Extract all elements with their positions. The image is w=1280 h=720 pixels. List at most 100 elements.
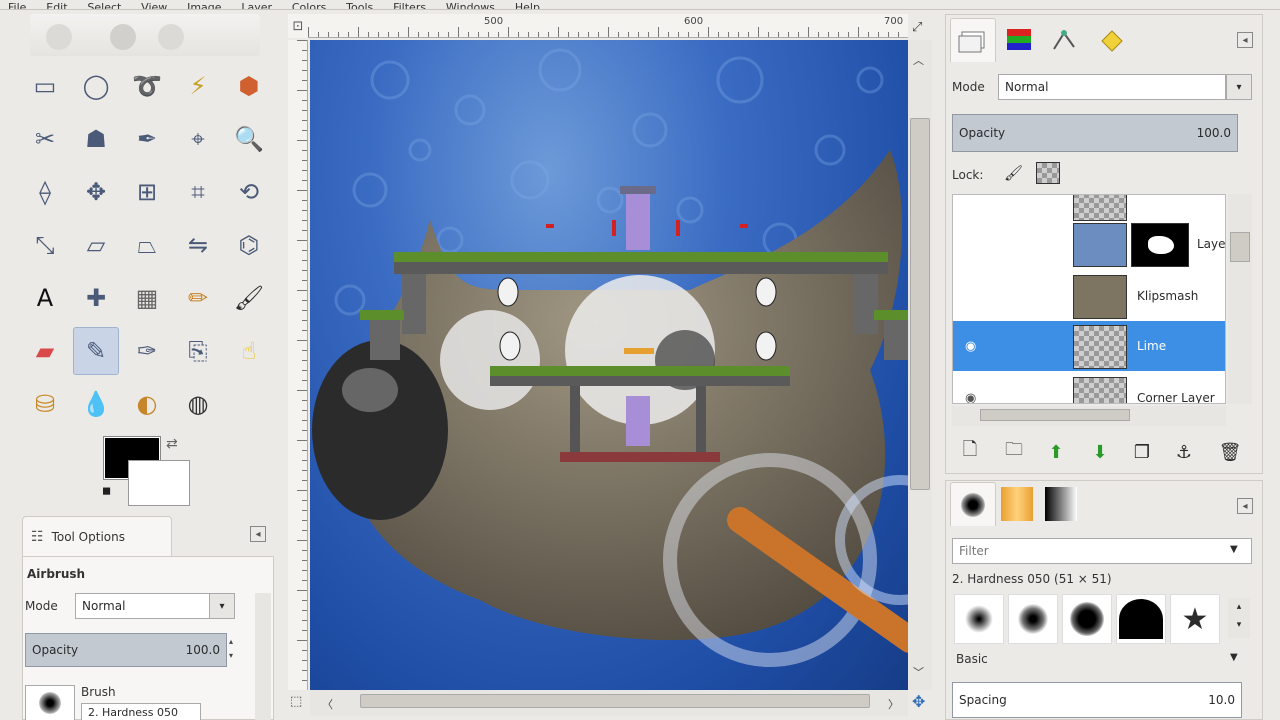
- cage-icon[interactable]: ⌬: [226, 221, 272, 269]
- ruler-corner-icon[interactable]: ⊡: [288, 14, 308, 38]
- move-icon[interactable]: ✥: [73, 168, 119, 216]
- layer-row[interactable]: ◉ Corner Layer: [953, 373, 1225, 403]
- swap-colors-icon[interactable]: ⇄: [166, 436, 178, 452]
- layers-opacity-slider[interactable]: Opacity 100.0: [952, 114, 1238, 152]
- menu-edit[interactable]: Edit: [38, 2, 75, 9]
- layers-panel-menu-icon[interactable]: ◂: [1237, 32, 1253, 48]
- dodge-icon[interactable]: ◐: [124, 380, 170, 428]
- zoom-fit-icon[interactable]: ⤢: [912, 20, 922, 35]
- scroll-up-icon[interactable]: ︿: [913, 52, 924, 68]
- tab-brushes[interactable]: [950, 482, 996, 526]
- layer-row[interactable]: Layer: [953, 219, 1225, 269]
- layer-list-horizontal-thumb[interactable]: [980, 409, 1130, 421]
- layers-mode-chevron-icon[interactable]: ▾: [1226, 74, 1252, 100]
- tool-options-scrollbar[interactable]: [255, 593, 271, 720]
- blend-icon[interactable]: ▦: [124, 274, 170, 322]
- paths-icon[interactable]: ✒: [124, 115, 170, 163]
- tab-tool-options[interactable]: ☷ Tool Options: [22, 516, 172, 556]
- shear-icon[interactable]: ▱: [73, 221, 119, 269]
- blur-icon[interactable]: 💧: [73, 380, 119, 428]
- brush-name-field[interactable]: 2. Hardness 050: [81, 703, 201, 720]
- horizontal-ruler[interactable]: 500 600 700: [308, 14, 908, 38]
- brush-preset[interactable]: [954, 594, 1004, 644]
- menu-tools[interactable]: Tools: [338, 2, 381, 9]
- brushes-panel-menu-icon[interactable]: ◂: [1237, 498, 1253, 514]
- eye-icon[interactable]: ◉: [965, 391, 987, 403]
- crop-icon[interactable]: ⌗: [175, 168, 221, 216]
- layer-row-selected[interactable]: ◉ Lime: [953, 321, 1225, 371]
- canvas-vertical-scroll-thumb[interactable]: [910, 118, 930, 490]
- mode-dropdown-chevron-icon[interactable]: ▾: [209, 593, 235, 619]
- brush-preset[interactable]: [1008, 594, 1058, 644]
- free-select-icon[interactable]: ➰: [124, 62, 170, 110]
- zoom-icon[interactable]: 🔍: [226, 115, 272, 163]
- smudge-icon[interactable]: ☝: [226, 327, 272, 375]
- quick-mask-icon[interactable]: ⬚: [290, 694, 302, 709]
- scale-icon[interactable]: ⤡: [22, 221, 68, 269]
- tab-paths[interactable]: [1042, 18, 1088, 62]
- reset-colors-icon[interactable]: ◼: [102, 484, 111, 497]
- heal-icon[interactable]: ✚: [73, 274, 119, 322]
- background-color-swatch[interactable]: [128, 460, 190, 506]
- brush-preview[interactable]: [25, 685, 75, 720]
- ellipse-select-icon[interactable]: ◯: [73, 62, 119, 110]
- align-icon[interactable]: ⊞: [124, 168, 170, 216]
- rotate-icon[interactable]: ⟲: [226, 168, 272, 216]
- menu-layer[interactable]: Layer: [233, 2, 280, 9]
- preset-chevron-icon[interactable]: ▼: [1230, 652, 1238, 663]
- tab-undo-history[interactable]: [1088, 18, 1134, 62]
- canvas-horizontal-scroll-thumb[interactable]: [360, 694, 870, 708]
- tab-layers[interactable]: [950, 18, 996, 62]
- opacity-slider[interactable]: Opacity 100.0: [25, 633, 227, 667]
- menu-colors[interactable]: Colors: [284, 2, 334, 9]
- measure-icon[interactable]: ⟠: [22, 168, 68, 216]
- tab-channels[interactable]: [996, 18, 1042, 62]
- paintbrush-icon[interactable]: 🖌: [226, 274, 272, 322]
- text-icon[interactable]: A: [22, 274, 68, 322]
- lock-pixels-brush-icon[interactable]: 🖌: [1004, 164, 1023, 182]
- ink-icon[interactable]: ✑: [124, 327, 170, 375]
- delete-layer-icon[interactable]: 🗑: [1216, 438, 1244, 466]
- vertical-ruler[interactable]: [288, 40, 308, 690]
- select-by-color-icon[interactable]: ⬢: [226, 62, 272, 110]
- layer-list[interactable]: Layer Klipsmash ◉ Lime ◉ Corner Layer: [952, 194, 1226, 404]
- flip-icon[interactable]: ⇋: [175, 221, 221, 269]
- fuzzy-select-icon[interactable]: ⚡: [175, 62, 221, 110]
- menu-view[interactable]: View: [133, 2, 175, 9]
- duplicate-layer-icon[interactable]: ❐: [1128, 438, 1156, 466]
- eraser-icon[interactable]: ▰: [22, 327, 68, 375]
- menu-image[interactable]: Image: [179, 2, 229, 9]
- menu-select[interactable]: Select: [79, 2, 129, 9]
- perspective-icon[interactable]: ⏢: [124, 221, 170, 269]
- anchor-layer-icon[interactable]: ⚓: [1170, 438, 1198, 466]
- pencil-icon[interactable]: ✏: [175, 274, 221, 322]
- scroll-right-icon[interactable]: 〉: [888, 696, 899, 712]
- layer-list-vertical-scrollbar[interactable]: [1228, 194, 1252, 404]
- tab-patterns[interactable]: [994, 482, 1040, 526]
- menu-filters[interactable]: Filters: [385, 2, 434, 9]
- spacing-slider[interactable]: Spacing 10.0: [952, 682, 1242, 718]
- raise-layer-icon[interactable]: ⬆: [1042, 438, 1070, 466]
- lower-layer-icon[interactable]: ⬇: [1086, 438, 1114, 466]
- layer-list-scroll-thumb[interactable]: [1230, 232, 1250, 262]
- clone-icon[interactable]: ⎘: [175, 327, 221, 375]
- tab-gradients[interactable]: [1038, 482, 1084, 526]
- new-layer-group-icon[interactable]: 🗀: [1000, 438, 1028, 466]
- opacity-spinner[interactable]: ▴ ▾: [229, 635, 239, 665]
- foreground-select-icon[interactable]: ☗: [73, 115, 119, 163]
- brush-filter-input[interactable]: Filter: [952, 538, 1252, 564]
- eye-icon[interactable]: ◉: [965, 339, 987, 354]
- brush-preset[interactable]: ★: [1170, 594, 1220, 644]
- mode-select[interactable]: Normal: [75, 593, 211, 619]
- warp-icon[interactable]: ◍: [175, 380, 221, 428]
- new-layer-icon[interactable]: 🗋: [956, 438, 984, 466]
- scissors-icon[interactable]: ✂: [22, 115, 68, 163]
- filter-chevron-icon[interactable]: ▼: [1230, 544, 1238, 555]
- scroll-left-icon[interactable]: 〈: [322, 696, 333, 712]
- layer-row[interactable]: Klipsmash: [953, 271, 1225, 321]
- lock-alpha-checker-icon[interactable]: [1036, 162, 1060, 184]
- color-picker-icon[interactable]: ⌖: [175, 115, 221, 163]
- layers-mode-select[interactable]: Normal: [998, 74, 1226, 100]
- brush-scrollbar[interactable]: ▴ ▾: [1228, 598, 1250, 638]
- menu-help[interactable]: Help: [507, 2, 548, 9]
